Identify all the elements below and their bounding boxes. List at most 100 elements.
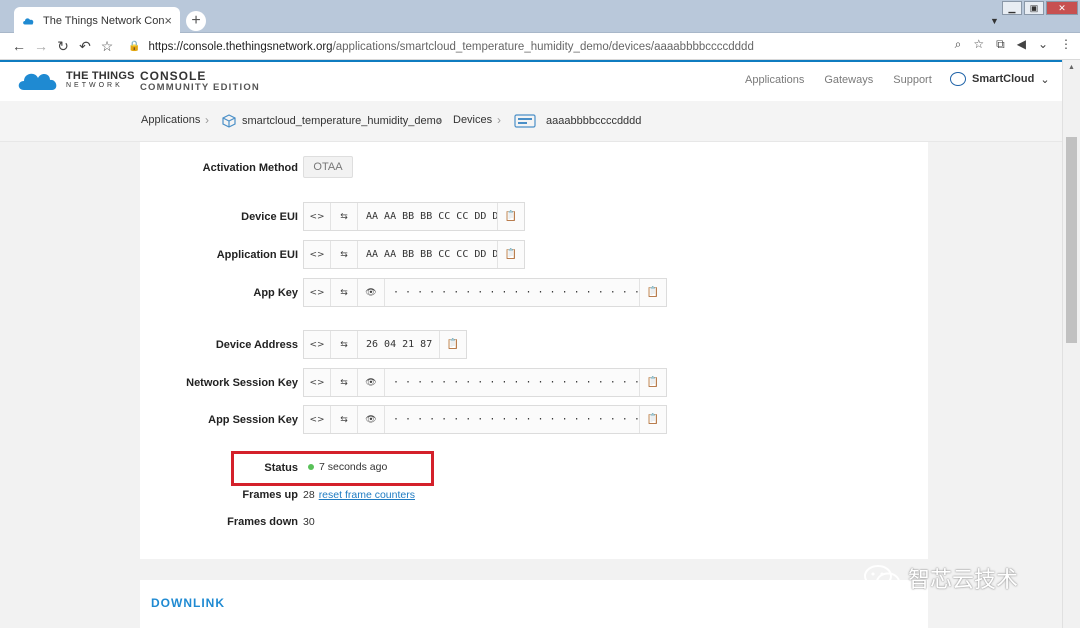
new-tab-button[interactable]: + (186, 11, 206, 31)
eye-icon[interactable]: 👁 (358, 279, 385, 306)
app-key-label: App Key (253, 287, 298, 299)
swap-byte-order-icon[interactable]: ⇆ (331, 241, 358, 268)
frames-down-value: 30 (303, 516, 315, 528)
chevrons-down-icon[interactable]: ⌄ (1038, 37, 1048, 52)
swap-byte-order-icon[interactable]: ⇆ (331, 406, 358, 433)
breadcrumb-device[interactable]: aaaabbbbccccdddd (514, 114, 641, 128)
back-arrow-icon[interactable]: ← (8, 38, 30, 54)
logo-line2: NETWORK (66, 82, 123, 89)
star-icon[interactable]: ☆ (973, 37, 984, 52)
eye-icon[interactable]: 👁 (358, 369, 385, 396)
page-scrollbar[interactable]: ▲ (1062, 60, 1080, 628)
code-format-icon[interactable]: <> (304, 279, 331, 306)
zoom-icon[interactable]: ⌕ (955, 37, 962, 52)
app-session-key-field: <> ⇆ 👁 · · · · · · · · · · · · · · · · ·… (303, 405, 667, 434)
device-address-value: 26 04 21 87 (366, 339, 433, 350)
forward-arrow-icon[interactable]: → (30, 38, 52, 54)
toolbar-icons: ⌕ ☆ ⧉ ◀ ⌄ ⋮ (955, 37, 1072, 52)
app-key-field: <> ⇆ 👁 · · · · · · · · · · · · · · · · ·… (303, 278, 667, 307)
app-key-value: · · · · · · · · · · · · · · · · · · · · … (393, 287, 639, 298)
url-field[interactable]: 🔒 https://console.thethingsnetwork.org /… (128, 36, 980, 57)
url-path: /applications/smartcloud_temperature_hum… (332, 40, 754, 53)
lock-icon: 🔒 (128, 41, 141, 52)
breadcrumb-applications[interactable]: Applications (141, 114, 200, 126)
device-icon (514, 114, 536, 128)
watermark: 智芯云技术 (862, 562, 1018, 594)
wechat-logo-icon (864, 565, 900, 592)
scrollbar-thumb[interactable] (1066, 137, 1077, 343)
maximize-icon[interactable]: ▣ (1024, 1, 1044, 15)
swap-byte-order-icon[interactable]: ⇆ (331, 203, 358, 230)
eye-icon[interactable]: 👁 (358, 406, 385, 433)
crop-icon[interactable]: ⧉ (996, 37, 1005, 52)
swap-byte-order-icon[interactable]: ⇆ (331, 279, 358, 306)
breadcrumb-app-name: smartcloud_temperature_humidity_demo (242, 115, 442, 127)
downlink-heading: DOWNLINK (151, 596, 225, 610)
undo-icon[interactable]: ↶ (74, 38, 96, 55)
network-session-key-value: · · · · · · · · · · · · · · · · · · · · … (393, 377, 639, 388)
console-edition: COMMUNITY EDITION (140, 82, 260, 94)
tab-close-icon[interactable]: × (164, 13, 172, 28)
breadcrumb-app[interactable]: smartcloud_temperature_humidity_demo (222, 114, 442, 128)
network-session-key-label: Network Session Key (186, 377, 298, 389)
device-address-label: Device Address (215, 339, 298, 351)
frames-down-label: Frames down (227, 516, 298, 528)
reset-frame-counters-link[interactable]: reset frame counters (319, 489, 415, 501)
menu-dots-icon[interactable]: ⋮ (1060, 37, 1072, 52)
network-session-key-field: <> ⇆ 👁 · · · · · · · · · · · · · · · · ·… (303, 368, 667, 397)
code-format-icon[interactable]: <> (304, 331, 331, 358)
code-format-icon[interactable]: <> (304, 241, 331, 268)
device-address-field: <> ⇆ 26 04 21 87 📋 (303, 330, 467, 359)
activation-method-label: Activation Method (202, 162, 298, 174)
ttn-logo[interactable]: THE THINGS NETWORK (16, 68, 135, 92)
nav-support[interactable]: Support (893, 74, 932, 86)
nav-applications[interactable]: Applications (745, 74, 804, 86)
scroll-up-icon[interactable]: ▲ (1068, 64, 1075, 71)
activation-method-value: OTAA (303, 156, 353, 178)
window-controls: ▁ ▣ ✕ (1002, 1, 1078, 15)
browser-tab[interactable]: The Things Network Console × (14, 7, 180, 34)
chevron-right-icon: › (497, 113, 501, 127)
copy-icon[interactable]: 📋 (639, 279, 666, 306)
tab-search-chevron-icon[interactable]: ▼ (990, 16, 999, 26)
copy-icon[interactable]: 📋 (639, 406, 666, 433)
ttn-header: THE THINGS NETWORK CONSOLE COMMUNITY EDI… (0, 60, 1062, 101)
browser-tabstrip: The Things Network Console × + ▼ ▁ ▣ ✕ (0, 0, 1080, 34)
top-nav: Applications Gateways Support (745, 74, 932, 86)
breadcrumb-devices[interactable]: Devices (453, 114, 492, 126)
nav-gateways[interactable]: Gateways (824, 74, 873, 86)
copy-icon[interactable]: 📋 (497, 203, 524, 230)
speaker-icon[interactable]: ◀ (1017, 37, 1026, 52)
code-format-icon[interactable]: <> (304, 406, 331, 433)
tab-title: The Things Network Console (43, 14, 165, 27)
copy-icon[interactable]: 📋 (439, 331, 466, 358)
application-eui-field: <> ⇆ AA AA BB BB CC CC DD DD 📋 (303, 240, 525, 269)
device-eui-value: AA AA BB BB CC CC DD DD (366, 211, 497, 222)
code-format-icon[interactable]: <> (304, 369, 331, 396)
watermark-text: 智芯云技术 (908, 568, 1019, 593)
minimize-icon[interactable]: ▁ (1002, 1, 1022, 15)
copy-icon[interactable]: 📋 (497, 241, 524, 268)
copy-icon[interactable]: 📋 (639, 369, 666, 396)
cube-icon (222, 114, 236, 128)
swap-byte-order-icon[interactable]: ⇆ (331, 331, 358, 358)
address-bar: ← → ↻ ↶ ☆ 🔒 https://console.thethingsnet… (0, 33, 1080, 60)
application-eui-value: AA AA BB BB CC CC DD DD (366, 249, 497, 260)
breadcrumb-device-id: aaaabbbbccccdddd (546, 115, 642, 127)
frames-up-label: Frames up (242, 489, 298, 501)
device-eui-label: Device EUI (241, 211, 298, 223)
reload-icon[interactable]: ↻ (52, 38, 74, 55)
swap-byte-order-icon[interactable]: ⇆ (331, 369, 358, 396)
ttn-cloud-logo-icon (18, 73, 57, 90)
close-window-icon[interactable]: ✕ (1046, 1, 1078, 15)
url-host: https://console.thethingsnetwork.org (148, 40, 333, 53)
chevron-down-icon: ⌄ (1040, 73, 1050, 86)
bookmark-star-icon[interactable]: ☆ (96, 38, 118, 55)
frames-up-value: 28 reset frame counters (303, 489, 415, 501)
breadcrumb: Applications › smartcloud_temperature_hu… (0, 101, 1062, 142)
highlight-box (231, 451, 434, 486)
user-menu[interactable]: SmartCloud ⌄ (950, 72, 1050, 86)
code-format-icon[interactable]: <> (304, 203, 331, 230)
app-session-key-value: · · · · · · · · · · · · · · · · · · · · … (393, 414, 639, 425)
downlink-card (140, 580, 928, 628)
